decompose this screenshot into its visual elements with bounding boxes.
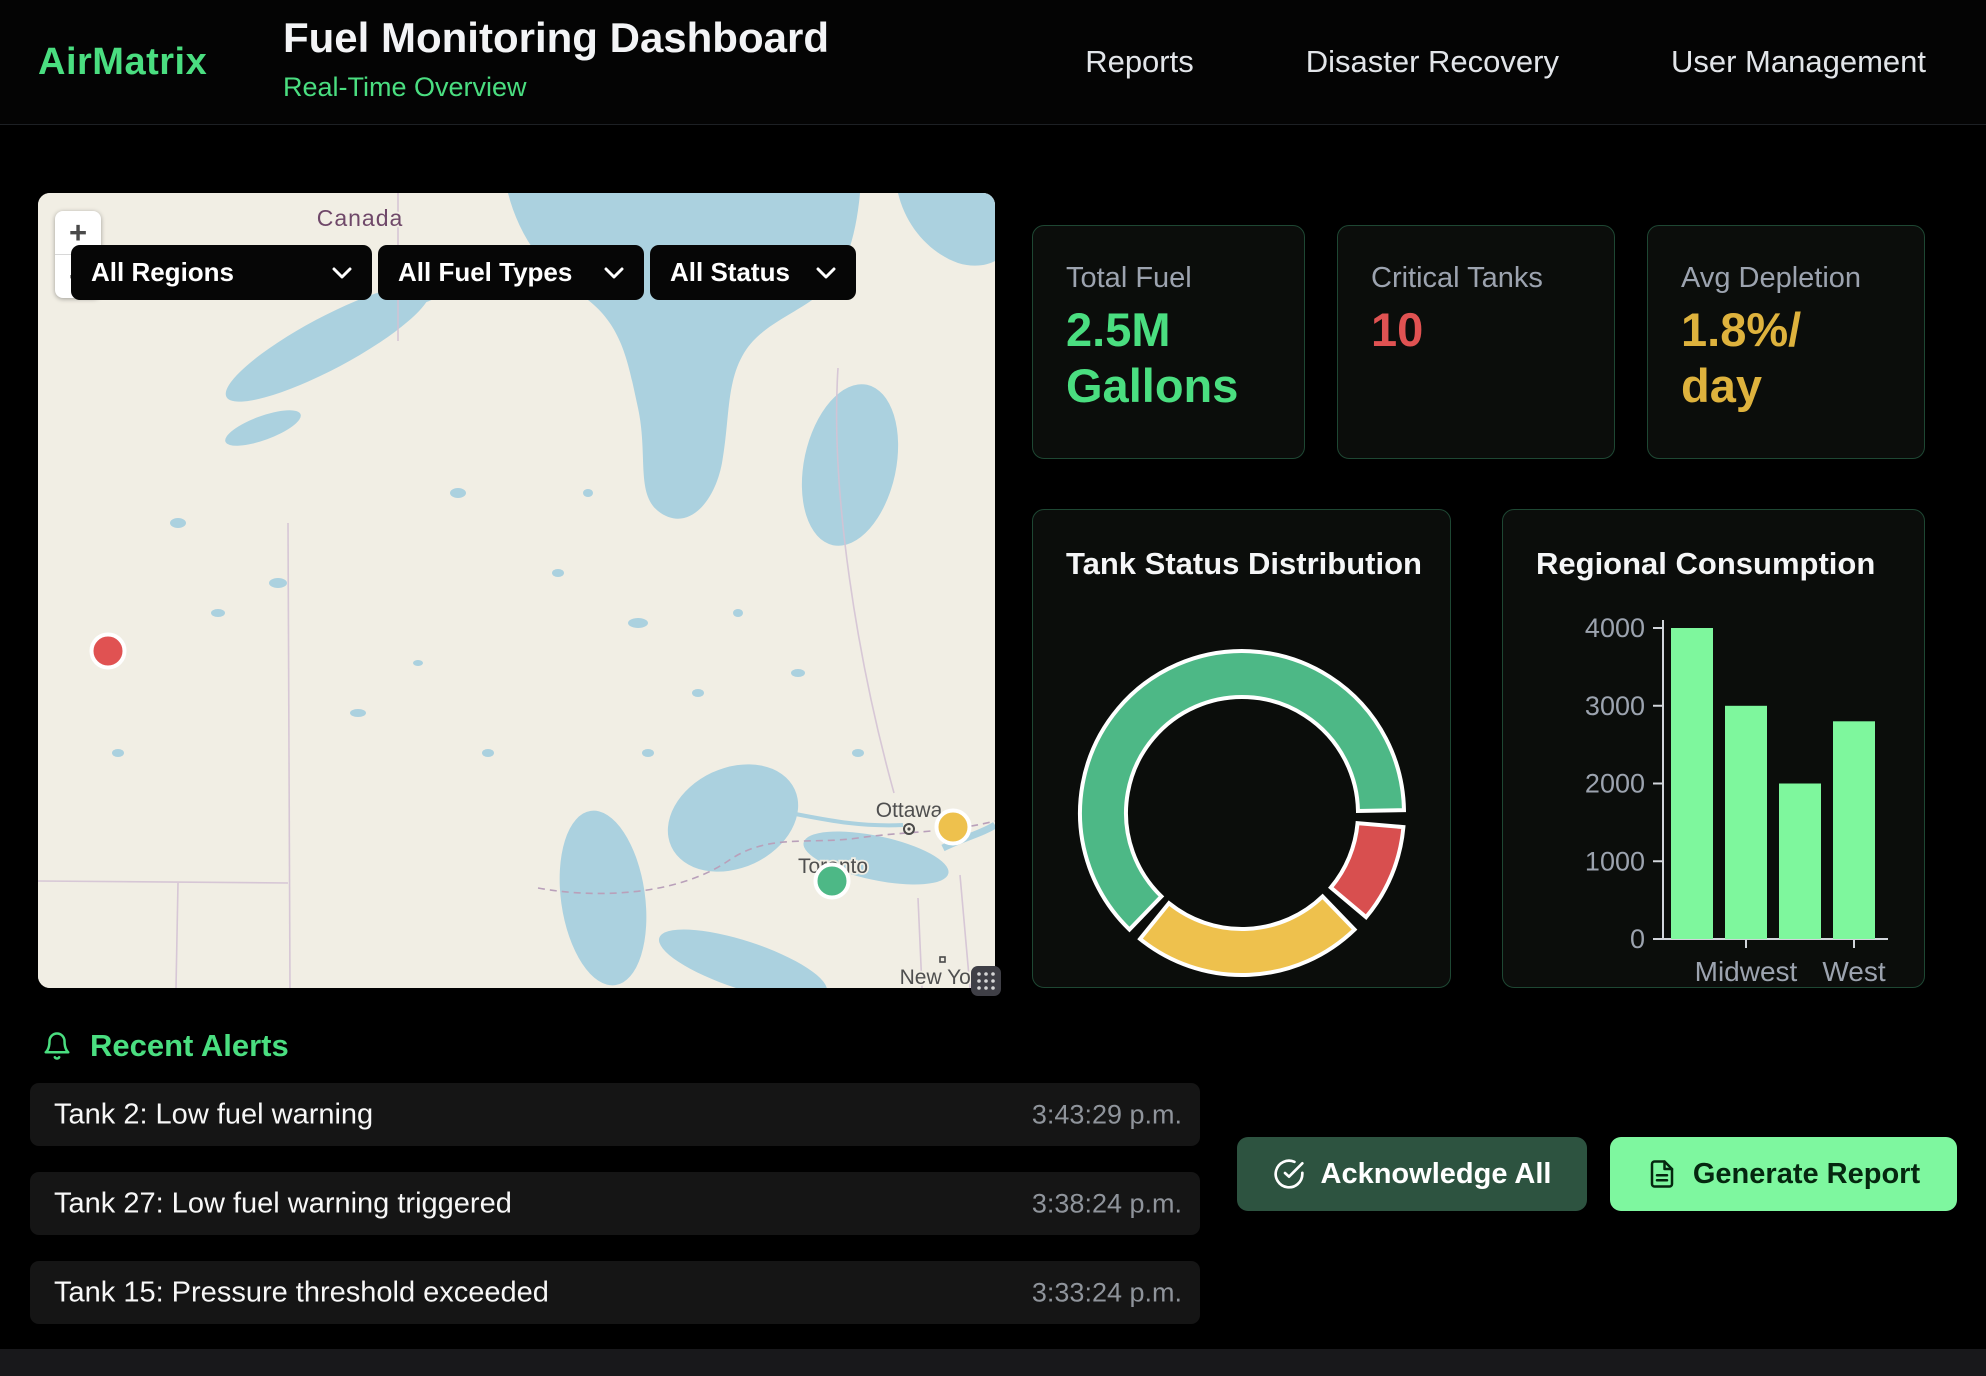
main-nav: Reports Disaster Recovery User Managemen…	[1085, 0, 1926, 124]
alert-message: Tank 27: Low fuel warning triggered	[54, 1187, 512, 1220]
tank-marker-normal[interactable]	[816, 865, 849, 898]
donut-segment-warning	[1140, 896, 1354, 975]
status-filter-value: All Status	[670, 257, 790, 288]
map-label-ottawa: Ottawa	[876, 799, 943, 822]
fuel-type-filter-value: All Fuel Types	[398, 257, 572, 288]
stat-value-avg-depletion: 1.8%/ day	[1681, 302, 1801, 415]
donut-segment-critical	[1331, 823, 1404, 917]
fuel-monitoring-dashboard: AirMatrix Fuel Monitoring Dashboard Real…	[0, 0, 1986, 1376]
top-bar: AirMatrix Fuel Monitoring Dashboard Real…	[0, 0, 1986, 125]
brand-logo: AirMatrix	[38, 41, 207, 84]
alerts-section-title: Recent Alerts	[90, 1028, 289, 1064]
svg-text:1000: 1000	[1585, 846, 1645, 876]
bar-0	[1671, 628, 1713, 939]
bar-2	[1779, 784, 1821, 940]
chevron-down-icon	[332, 267, 352, 279]
alert-message: Tank 15: Pressure threshold exceeded	[54, 1276, 549, 1309]
regional-consumption-card: Regional Consumption 0 1000 2000 3000 4000 Mi…	[1502, 509, 1925, 988]
file-text-icon	[1647, 1159, 1677, 1189]
svg-text:Midwest: Midwest	[1695, 956, 1798, 987]
map-label-country: Canada	[317, 205, 404, 231]
svg-text:2000: 2000	[1585, 769, 1645, 799]
stat-label: Avg Depletion	[1681, 262, 1861, 295]
tank-map[interactable]: Canada Ottawa Toronto New York + − All R…	[38, 193, 995, 988]
generate-report-button[interactable]: Generate Report	[1610, 1137, 1957, 1211]
generate-report-label: Generate Report	[1693, 1158, 1920, 1191]
map-resize-handle[interactable]	[971, 966, 1001, 996]
page-subtitle: Real-Time Overview	[283, 72, 527, 103]
map-canvas[interactable]: Canada Ottawa Toronto New York	[38, 193, 995, 988]
bar-1	[1725, 706, 1767, 939]
alert-timestamp: 3:43:29 p.m.	[1032, 1099, 1182, 1130]
stat-label: Total Fuel	[1066, 262, 1192, 295]
acknowledge-all-button[interactable]: Acknowledge All	[1237, 1137, 1587, 1211]
page-title: Fuel Monitoring Dashboard	[283, 14, 829, 62]
chevron-down-icon	[604, 267, 624, 279]
alert-row[interactable]: Tank 2: Low fuel warning 3:43:29 p.m.	[30, 1083, 1200, 1146]
stat-card-critical-tanks: Critical Tanks 10	[1337, 225, 1615, 459]
stat-card-total-fuel: Total Fuel 2.5M Gallons	[1032, 225, 1305, 459]
bell-icon	[42, 1030, 72, 1062]
alert-row[interactable]: Tank 27: Low fuel warning triggered 3:38…	[30, 1172, 1200, 1235]
status-filter-select[interactable]: All Status	[650, 245, 856, 300]
bar-chart-title: Regional Consumption	[1536, 546, 1875, 582]
region-filter-select[interactable]: All Regions	[71, 245, 372, 300]
check-circle-icon	[1273, 1158, 1305, 1190]
stat-value-total-fuel: 2.5M Gallons	[1066, 302, 1238, 415]
svg-text:4000: 4000	[1585, 613, 1645, 643]
svg-text:West: West	[1822, 956, 1885, 987]
donut-chart-title: Tank Status Distribution	[1066, 546, 1422, 582]
nav-user-management[interactable]: User Management	[1671, 44, 1926, 80]
tank-marker-critical[interactable]	[92, 635, 125, 668]
alert-timestamp: 3:33:24 p.m.	[1032, 1277, 1182, 1308]
chevron-down-icon	[816, 267, 836, 279]
nav-reports[interactable]: Reports	[1085, 44, 1194, 80]
bar-3	[1833, 721, 1875, 939]
alert-timestamp: 3:38:24 p.m.	[1032, 1188, 1182, 1219]
fuel-type-filter-select[interactable]: All Fuel Types	[378, 245, 644, 300]
stat-card-avg-depletion: Avg Depletion 1.8%/ day	[1647, 225, 1925, 459]
footer-strip	[0, 1349, 1986, 1376]
grip-dots-icon	[975, 970, 997, 992]
acknowledge-all-label: Acknowledge All	[1321, 1158, 1552, 1191]
stat-value-critical-tanks: 10	[1371, 302, 1423, 358]
svg-text:3000: 3000	[1585, 691, 1645, 721]
map-city-dot-ottawa-center	[907, 827, 910, 830]
svg-text:0: 0	[1630, 924, 1645, 954]
nav-disaster-recovery[interactable]: Disaster Recovery	[1306, 44, 1559, 80]
alerts-header: Recent Alerts	[42, 1028, 289, 1064]
tank-marker-warning[interactable]	[937, 811, 970, 844]
map-filter-bar: All Regions All Fuel Types All Status	[71, 245, 856, 300]
tank-status-distribution-card: Tank Status Distribution	[1032, 509, 1451, 988]
alert-row[interactable]: Tank 15: Pressure threshold exceeded 3:3…	[30, 1261, 1200, 1324]
alert-message: Tank 2: Low fuel warning	[54, 1098, 373, 1131]
region-filter-value: All Regions	[91, 257, 234, 288]
stat-label: Critical Tanks	[1371, 262, 1543, 295]
